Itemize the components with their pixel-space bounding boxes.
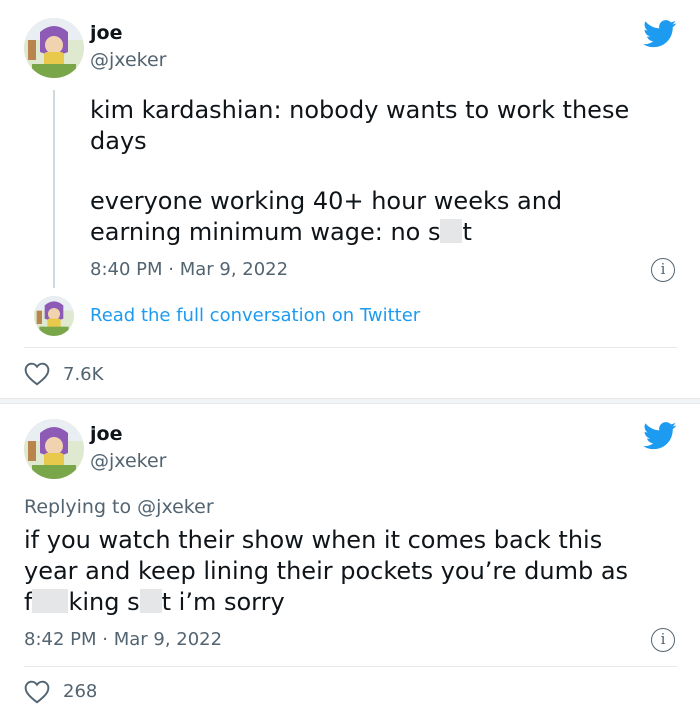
divider (24, 347, 677, 348)
author-name[interactable]: joe (90, 22, 122, 44)
avatar[interactable] (24, 419, 84, 479)
avatar[interactable] (24, 18, 84, 78)
tweet-timestamp[interactable]: 8:42 PM · Mar 9, 2022 (24, 629, 222, 650)
author-name[interactable]: joe (90, 423, 122, 445)
tweet-card-2: joe @jxeker Replying to @jxeker if you w… (0, 404, 700, 719)
heart-icon[interactable] (24, 362, 50, 386)
author-handle[interactable]: @jxeker (90, 450, 166, 472)
tweet-timestamp[interactable]: 8:40 PM · Mar 9, 2022 (90, 259, 288, 280)
redaction-box (32, 589, 69, 613)
tweet-text-line-4-start: earning minimum wage: no s (90, 218, 441, 246)
heart-icon[interactable] (24, 680, 50, 704)
tweet-text-line-1: if you watch their show when it comes ba… (24, 526, 603, 554)
redaction-box (440, 219, 463, 243)
tweet-text-line-1: kim kardashian: nobody wants to work the… (90, 96, 630, 124)
like-count[interactable]: 268 (63, 681, 97, 702)
twitter-bird-icon[interactable] (643, 20, 677, 48)
replying-to: Replying to @jxeker (24, 496, 214, 518)
thread-line (53, 90, 55, 288)
info-icon[interactable]: i (651, 628, 675, 652)
avatar-image (24, 419, 84, 479)
redaction-box (139, 589, 162, 613)
avatar-image (24, 18, 84, 78)
divider (24, 666, 677, 667)
like-count[interactable]: 7.6K (63, 364, 103, 385)
tweet-card-1: joe @jxeker kim kardashian: nobody wants… (0, 0, 700, 398)
replying-to-handle[interactable]: @jxeker (137, 496, 213, 518)
tweet-text-line-4-end: t (462, 218, 472, 246)
tweet-text-line-3-b: king s (68, 588, 140, 616)
tweet-text-line-2: days (90, 127, 147, 155)
twitter-bird-icon[interactable] (643, 422, 677, 450)
author-handle[interactable]: @jxeker (90, 49, 166, 71)
tweet-text-line-3: everyone working 40+ hour weeks and (90, 187, 563, 215)
tweet-text-line-3: f king s t i’m sorry (24, 587, 285, 618)
avatar-small[interactable] (34, 296, 74, 336)
tweet-text-line-2: year and keep lining their pockets you’r… (24, 557, 629, 585)
read-full-conversation-link[interactable]: Read the full conversation on Twitter (90, 305, 420, 326)
avatar-image-small (34, 296, 74, 336)
tweet-text-line-3-c: t i’m sorry (161, 588, 285, 616)
replying-to-label: Replying to (24, 496, 132, 518)
info-icon[interactable]: i (651, 258, 675, 282)
tweet-text-line-4: earning minimum wage: no s t (90, 217, 472, 248)
tweet-text-line-3-a: f (24, 588, 33, 616)
